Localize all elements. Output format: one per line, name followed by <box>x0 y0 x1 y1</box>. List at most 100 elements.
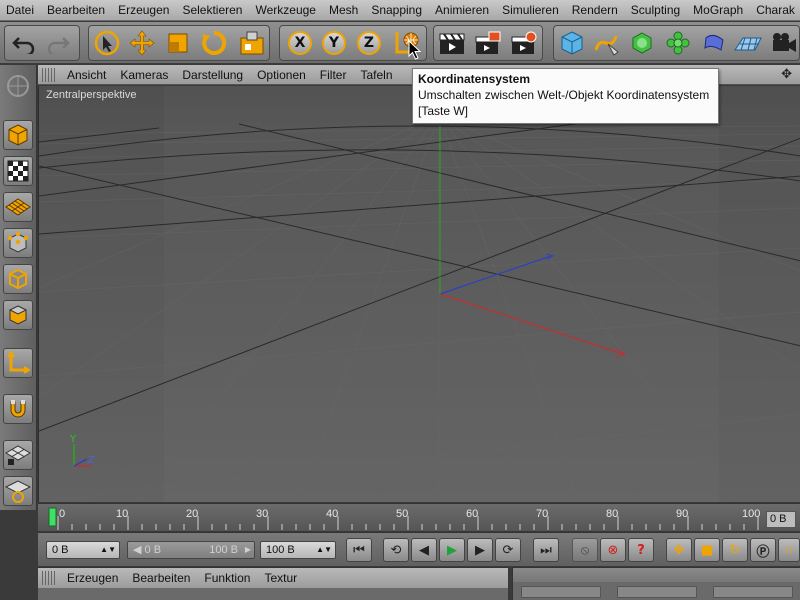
menu-snapping[interactable]: Snapping <box>365 0 429 20</box>
autokey-button[interactable]: ⊗ <box>600 538 626 562</box>
workplane-mode-button[interactable] <box>3 192 33 222</box>
tick-label: 80 <box>606 508 619 520</box>
position-track-button[interactable]: ✥ <box>666 538 692 562</box>
next-keyframe-button[interactable]: ⟳ <box>495 538 521 562</box>
previous-keyframe-button[interactable]: ⟲ <box>383 538 409 562</box>
model-mode-button[interactable] <box>3 120 33 150</box>
viewport-menu-tafeln[interactable]: Tafeln <box>353 68 399 82</box>
step-back-icon: ◀ <box>419 542 429 558</box>
parameter-icon: Ⓟ <box>756 544 770 560</box>
rotation-track-button[interactable]: ↻ <box>722 538 748 562</box>
scale-track-button[interactable]: ■ <box>694 538 720 562</box>
undo-button[interactable] <box>8 26 40 60</box>
previous-frame-button[interactable]: ◀ <box>411 538 437 562</box>
recent-tools-button[interactable] <box>236 26 268 60</box>
next-key-icon: ⟳ <box>502 542 514 558</box>
palette-grip[interactable] <box>3 71 33 101</box>
viewport-menu-filter[interactable]: Filter <box>313 68 354 82</box>
subdivision-surface-button[interactable] <box>626 26 658 60</box>
subdivision-cube-icon <box>632 32 652 54</box>
viewport-3d[interactable]: Y Z Zentralperspektive <box>38 86 800 502</box>
menu-animieren[interactable]: Animieren <box>429 0 496 20</box>
axis-mode-button[interactable] <box>3 348 33 378</box>
cube-object-button[interactable] <box>556 26 588 60</box>
timeline-ruler[interactable]: 0 10 20 30 40 50 60 70 80 90 100 0 B <box>38 503 800 531</box>
menu-simulieren[interactable]: Simulieren <box>496 0 566 20</box>
camera-object-button[interactable] <box>768 26 800 60</box>
material-grip[interactable] <box>42 571 56 585</box>
menu-mograph[interactable]: MoGraph <box>687 0 750 20</box>
viewport-menu-kameras[interactable]: Kameras <box>113 68 175 82</box>
menu-mesh[interactable]: Mesh <box>323 0 365 20</box>
viewport-navigate-icon[interactable]: ✥ <box>781 67 792 82</box>
stepper-icon[interactable]: ▲▼ <box>100 542 116 558</box>
scale-tool-button[interactable] <box>162 26 194 60</box>
mograph-cloner-button[interactable] <box>662 26 694 60</box>
menu-rendern[interactable]: Rendern <box>566 0 625 20</box>
polygons-mode-button[interactable] <box>3 300 33 330</box>
z-axis-lock-button[interactable]: Z <box>353 26 385 60</box>
deformer-button[interactable] <box>698 26 730 60</box>
tick-label: 50 <box>396 508 409 520</box>
live-selection-button[interactable] <box>91 26 123 60</box>
point-level-button[interactable]: ⁞⁞ <box>778 538 800 562</box>
current-frame-field[interactable]: 0 B <box>766 511 796 528</box>
viewport-menu-ansicht[interactable]: Ansicht <box>60 68 113 82</box>
menu-erzeugen[interactable]: Erzeugen <box>112 0 176 20</box>
tick-label: 100 <box>742 508 761 520</box>
range-right-arrow-icon[interactable]: ▶ <box>245 542 251 558</box>
max-frame-input[interactable]: 100 B ▲▼ <box>260 541 336 559</box>
points-mode-button[interactable] <box>3 228 33 258</box>
menu-bearbeiten[interactable]: Bearbeiten <box>41 0 112 20</box>
play-forward-button[interactable]: ▶ <box>439 538 465 562</box>
grid-lock-icon <box>5 445 31 465</box>
current-frame-input[interactable]: 0 B ▲▼ <box>46 541 120 559</box>
viewport-camera-label: Zentralperspektive <box>43 89 140 101</box>
go-to-start-button[interactable]: ⏮ <box>346 538 372 562</box>
help-icon: ? <box>637 542 645 558</box>
move-tool-button[interactable] <box>126 26 158 60</box>
coordinate-manager-header <box>513 568 800 582</box>
material-menu-bearbeiten[interactable]: Bearbeiten <box>125 571 197 585</box>
keyframe-selection-button[interactable]: ? <box>628 538 654 562</box>
redo-icon <box>47 37 70 54</box>
y-axis-lock-button[interactable]: Y <box>318 26 350 60</box>
viewport-menu-darstellung[interactable]: Darstellung <box>175 68 250 82</box>
stepper-icon[interactable]: ▲▼ <box>316 542 332 558</box>
snapping-button[interactable] <box>3 394 33 424</box>
material-menu-funktion[interactable]: Funktion <box>197 571 257 585</box>
menu-werkzeuge[interactable]: Werkzeuge <box>249 0 322 20</box>
material-menu-erzeugen[interactable]: Erzeugen <box>60 571 125 585</box>
spline-button[interactable] <box>590 26 622 60</box>
range-left-arrow-icon[interactable]: ◀ <box>133 544 141 556</box>
coordinate-field[interactable] <box>617 586 697 598</box>
parameter-track-button[interactable]: Ⓟ <box>750 538 776 562</box>
y-axis-icon: Y <box>322 31 346 55</box>
render-to-picture-viewer-button[interactable] <box>472 26 504 60</box>
record-active-button[interactable]: ⦸ <box>572 538 598 562</box>
coordinate-field[interactable] <box>521 586 601 598</box>
next-frame-button[interactable]: ▶ <box>467 538 493 562</box>
material-menu-textur[interactable]: Textur <box>257 571 304 585</box>
lock-workplane-button[interactable] <box>3 440 33 470</box>
x-axis-lock-button[interactable]: X <box>284 26 316 60</box>
edges-mode-button[interactable] <box>3 264 33 294</box>
viewport-grip[interactable] <box>42 67 56 82</box>
render-settings-button[interactable] <box>508 26 540 60</box>
menu-charakter[interactable]: Charak <box>750 0 800 20</box>
range-slider[interactable]: ◀ 0 B 100 B ▶ <box>127 541 255 559</box>
workplane-rotate-button[interactable] <box>3 476 33 506</box>
viewport-menu-optionen[interactable]: Optionen <box>250 68 313 82</box>
menu-selektieren[interactable]: Selektieren <box>176 0 249 20</box>
menu-datei[interactable]: Datei <box>0 0 41 20</box>
coordinate-field[interactable] <box>713 586 793 598</box>
floor-object-button[interactable] <box>732 26 764 60</box>
menu-sculpting[interactable]: Sculpting <box>625 0 687 20</box>
axis-l-icon <box>7 351 30 374</box>
go-to-end-button[interactable]: ⏭ <box>533 538 559 562</box>
texture-mode-button[interactable] <box>3 156 33 186</box>
rotate-tool-button[interactable] <box>198 26 230 60</box>
redo-button[interactable] <box>42 26 74 60</box>
max-frame-value: 100 B <box>266 544 295 556</box>
render-view-button[interactable] <box>436 26 468 60</box>
